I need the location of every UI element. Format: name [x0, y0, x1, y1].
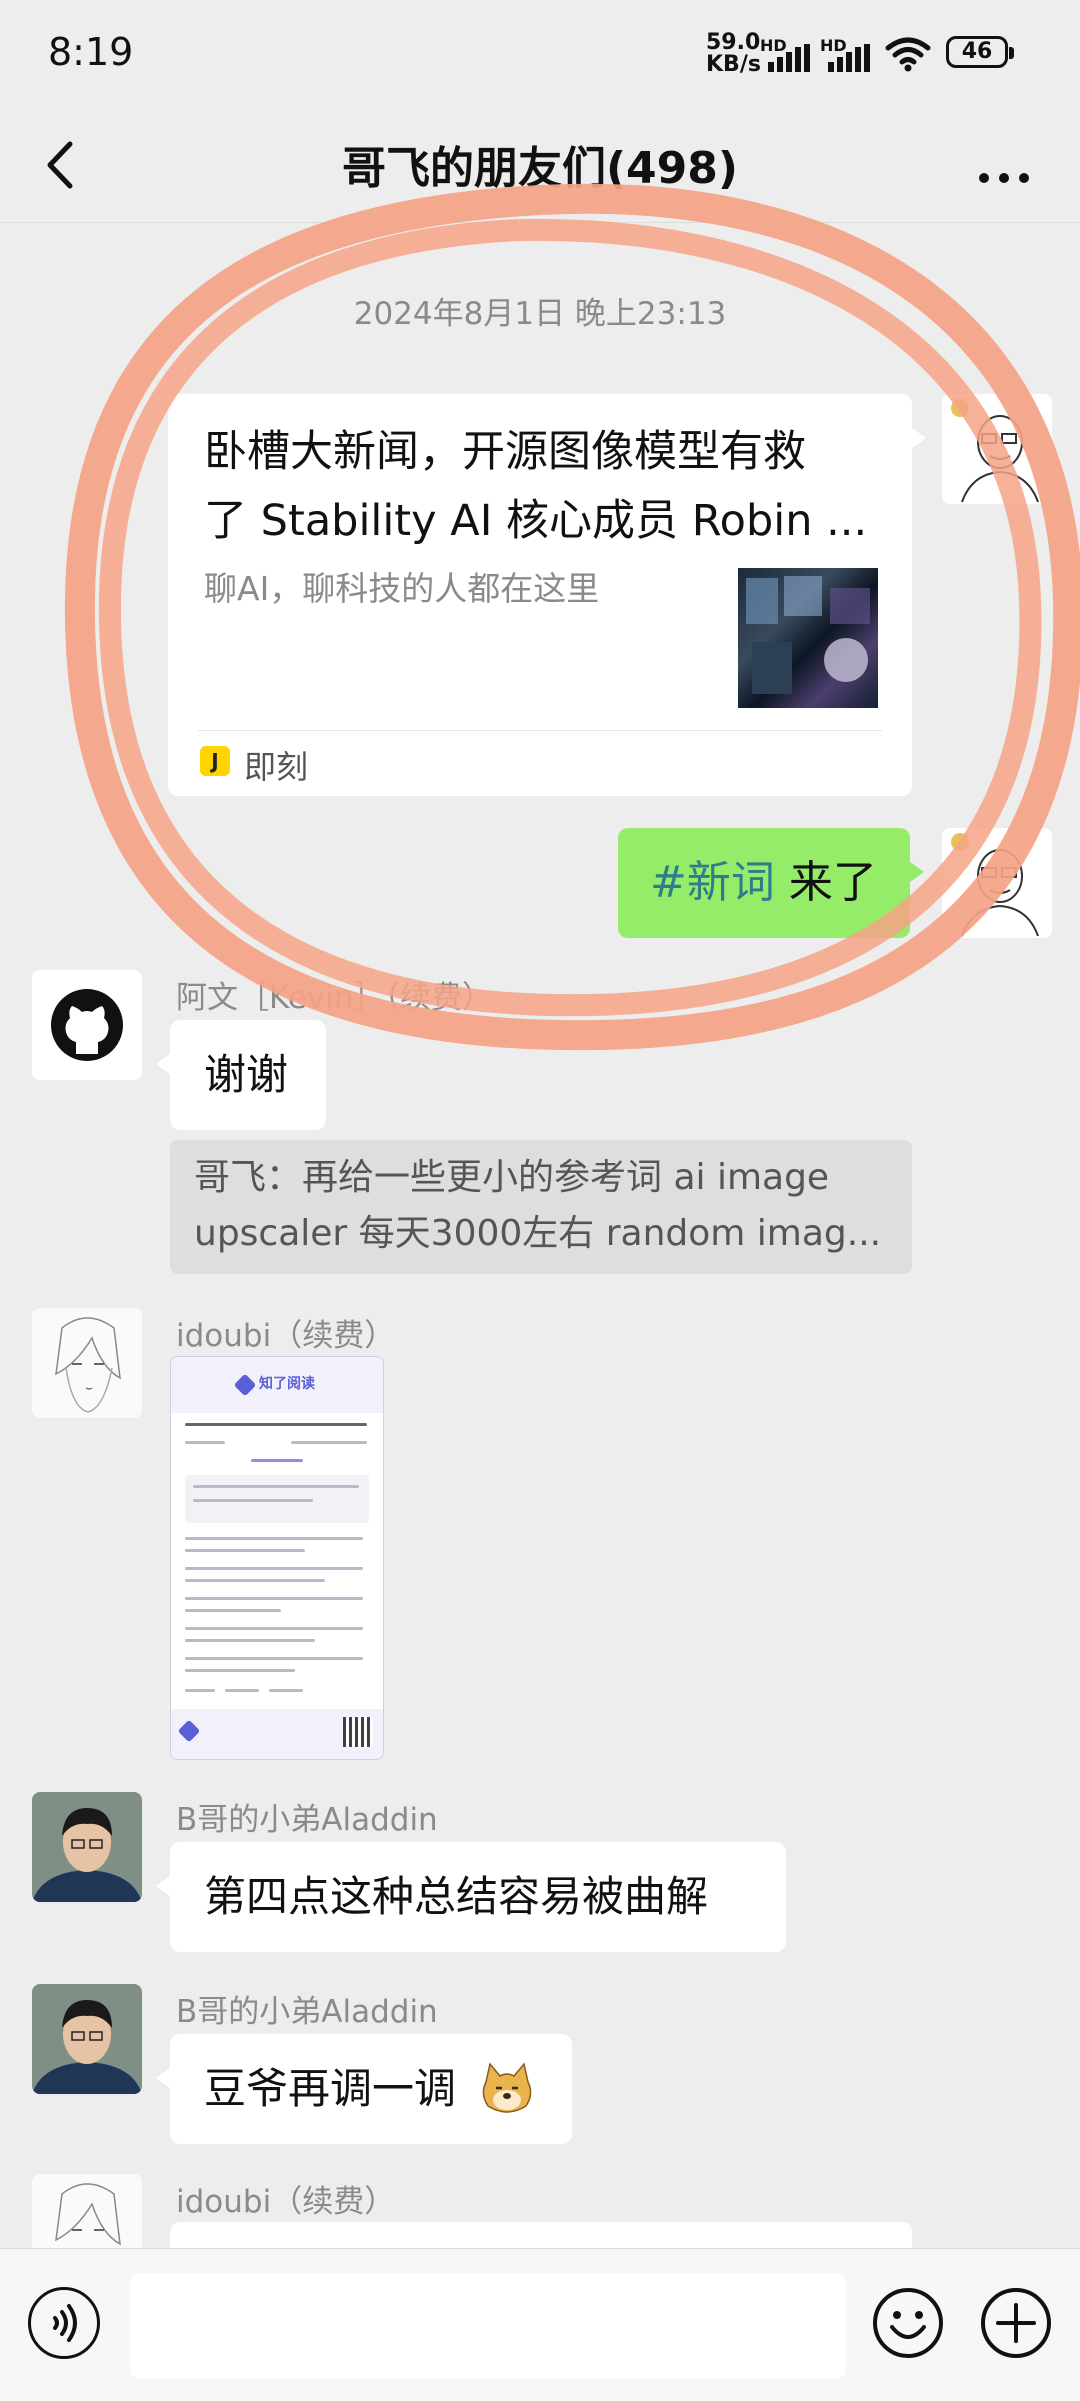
battery-level: 46	[961, 39, 993, 64]
avatar[interactable]	[32, 1308, 142, 1418]
message-bubble[interactable]: 第四点这种总结容易被曲解	[156, 1842, 786, 1952]
user-photo-avatar-icon	[32, 1984, 142, 2094]
signal-icon: HD	[820, 36, 874, 72]
quote-text-line: upscaler 每天3000左右 random imag...	[194, 1213, 882, 1254]
avatar[interactable]	[942, 394, 1052, 504]
qr-code-icon	[343, 1717, 373, 1747]
network-speed-value: 59.0	[706, 30, 761, 55]
network-speed-unit: KB/s	[706, 52, 761, 77]
sender-name: idoubi（续费）	[176, 2184, 396, 2220]
status-bar: 8:19 59.0 KB/s HD HD 46	[0, 0, 1080, 110]
avatar[interactable]	[32, 2174, 142, 2248]
anime-avatar-sketch-icon	[32, 2174, 142, 2248]
wifi-icon	[885, 37, 931, 72]
link-card-source: 即刻	[244, 748, 309, 786]
link-card-title: 卧槽大新闻，开源图像模型有救 了 Stability AI 核心成员 Robin…	[204, 418, 884, 558]
link-card-title-line: 卧槽大新闻，开源图像模型有救	[204, 427, 806, 477]
message-text: 来了	[774, 857, 877, 908]
message-bubble[interactable]	[170, 2222, 912, 2248]
emoji-button[interactable]	[872, 2287, 944, 2359]
chat-title: 哥飞的朋友们(498)	[341, 143, 739, 194]
user-photo-avatar-icon	[32, 1792, 142, 1902]
message-input[interactable]	[130, 2273, 846, 2379]
link-card-title-line: 了 Stability AI 核心成员 Robin ...	[204, 496, 868, 546]
user-avatar-sketch-icon	[951, 833, 1039, 937]
link-card-description: 聊AI，聊科技的人都在这里	[204, 569, 600, 608]
shared-link-card[interactable]: 卧槽大新闻，开源图像模型有救 了 Stability AI 核心成员 Robin…	[168, 394, 926, 796]
message-composer	[0, 2248, 1080, 2401]
plus-icon	[981, 2288, 1051, 2358]
my-message-bubble[interactable]: #新词 来了	[618, 828, 924, 938]
emoji-icon	[873, 2288, 943, 2358]
plus-button[interactable]	[980, 2287, 1052, 2359]
quote-text-line: 哥飞：再给一些更小的参考词 ai image	[194, 1157, 830, 1198]
voice-button[interactable]	[28, 2287, 100, 2359]
battery-icon: 46	[946, 36, 1014, 68]
message-text: 豆爷再调一调	[204, 2064, 457, 2113]
voice-icon	[53, 2304, 77, 2342]
avatar[interactable]	[32, 970, 142, 1080]
avatar[interactable]	[32, 1984, 142, 2094]
github-icon	[32, 970, 142, 1080]
doc-image-brand: 知了阅读	[259, 1376, 315, 1392]
sender-name: B哥的小弟Aladdin	[176, 1802, 438, 1838]
shared-image[interactable]: 知了阅读	[170, 1356, 384, 1760]
signal-icon: HD	[760, 36, 814, 72]
chat-header: 哥飞的朋友们(498)	[0, 110, 1080, 222]
quoted-message[interactable]: 哥飞：再给一些更小的参考词 ai image upscaler 每天3000左右…	[170, 1140, 912, 1274]
hashtag-link[interactable]: #新词	[650, 857, 775, 908]
network-speed: 59.0 KB/s	[706, 30, 761, 77]
header-divider	[0, 222, 1080, 223]
sender-name: B哥的小弟Aladdin	[176, 1994, 438, 2030]
jike-app-icon: J	[200, 746, 230, 776]
more-dots-icon	[979, 173, 1029, 183]
message-timestamp: 2024年8月1日 晚上23:13	[353, 296, 727, 332]
user-avatar-sketch-icon	[951, 399, 1039, 503]
anime-avatar-sketch-icon	[32, 1308, 142, 1418]
message-text: 谢谢	[204, 1050, 289, 1099]
message-bubble[interactable]: 豆爷再调一调	[156, 2034, 572, 2144]
more-button[interactable]	[960, 130, 1050, 200]
status-time: 8:19	[48, 30, 134, 74]
avatar[interactable]	[942, 828, 1052, 938]
sender-name: 阿文［Kevin］（续费）	[176, 980, 493, 1016]
message-bubble[interactable]: 谢谢	[156, 1020, 326, 1130]
link-card-thumbnail	[738, 568, 878, 708]
sender-name: idoubi（续费）	[176, 1318, 396, 1354]
doge-emoji-icon	[482, 2062, 532, 2113]
message-text: 第四点这种总结容易被曲解	[204, 1872, 709, 1921]
avatar[interactable]	[32, 1792, 142, 1902]
link-card-divider	[198, 730, 882, 731]
